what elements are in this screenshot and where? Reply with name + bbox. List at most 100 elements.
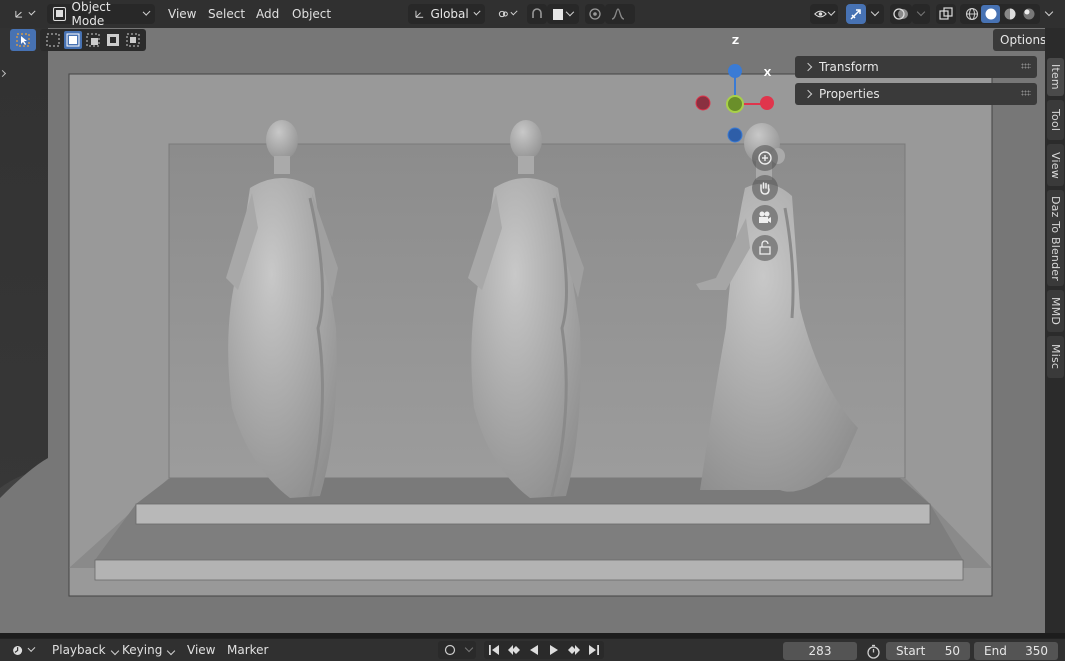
chevron-right-icon (803, 62, 813, 72)
menu-view[interactable]: View (168, 5, 196, 23)
gizmo-x-label: X (763, 68, 772, 79)
chevron-down-icon (566, 7, 575, 17)
menu-select[interactable]: Select (208, 5, 245, 23)
snap-toggle[interactable] (527, 4, 547, 24)
chevron-down-icon (870, 7, 880, 17)
options-dropdown[interactable]: Options (993, 29, 1045, 51)
chevron-down-icon (473, 8, 481, 16)
snap-target-dropdown[interactable] (547, 4, 579, 24)
unlock-icon (759, 240, 771, 255)
chevron-down-icon (27, 644, 36, 652)
play-button[interactable] (548, 644, 560, 656)
chevron-down-icon (827, 8, 836, 16)
start-frame-field[interactable]: Start 50 (886, 642, 970, 660)
zoom-button[interactable] (752, 145, 778, 171)
menu-timeline-view[interactable]: View (187, 641, 215, 659)
mode-dropdown[interactable]: Object Mode (47, 0, 155, 28)
drag-handle-icon[interactable] (1021, 90, 1031, 96)
selection-mode-group (40, 29, 146, 51)
solid-shading-button[interactable] (981, 5, 1000, 23)
camera-view-button[interactable] (752, 205, 778, 231)
play-icon (549, 645, 558, 655)
playback-controls (484, 641, 604, 659)
pivot-point-button[interactable] (492, 4, 522, 24)
gizmo-z-label: Z (731, 36, 740, 47)
shading-dropdown[interactable] (1040, 4, 1058, 24)
toolbar-expand-arrow[interactable] (0, 69, 8, 79)
snap-icon (532, 8, 542, 18)
next-keyframe-button[interactable] (567, 644, 581, 656)
proportional-edit-icon (589, 8, 601, 20)
gizmo-icon (850, 9, 861, 20)
gizmo-toggle[interactable] (846, 4, 866, 24)
select-new-icon (46, 33, 60, 47)
auto-keying-toggle[interactable] (443, 643, 457, 657)
orientation-dropdown[interactable]: Global (408, 4, 485, 24)
current-frame-field[interactable]: 283 (783, 642, 857, 660)
lock-camera-button[interactable] (752, 235, 778, 261)
xray-toggle[interactable] (936, 4, 956, 24)
editor-type-button[interactable] (8, 4, 40, 24)
tab-view[interactable]: View (1047, 144, 1064, 186)
jump-end-icon (589, 645, 600, 655)
menu-add[interactable]: Add (256, 5, 279, 23)
overlays-dropdown[interactable] (912, 4, 930, 24)
drag-handle-icon[interactable] (1021, 63, 1031, 69)
tab-daz-to-blender[interactable]: Daz To Blender (1047, 190, 1064, 286)
select-intersect-button[interactable] (124, 31, 142, 49)
stopwatch-icon (866, 644, 880, 659)
tab-mmd[interactable]: MMD (1047, 290, 1064, 332)
chevron-down-icon (464, 643, 473, 653)
select-invert-button[interactable] (104, 31, 122, 49)
3d-viewport[interactable]: Z X Options Transform Properties (0, 28, 1045, 633)
proportional-edit-toggle[interactable] (585, 4, 605, 24)
select-subtract-button[interactable] (84, 31, 102, 49)
transform-panel-header[interactable]: Transform (795, 56, 1037, 78)
end-frame-field[interactable]: End 350 (974, 642, 1058, 660)
timeline-editor-type-button[interactable] (6, 640, 40, 660)
menu-marker[interactable]: Marker (227, 641, 268, 659)
chevron-right-icon (803, 89, 813, 99)
prev-keyframe-icon (507, 645, 520, 655)
properties-panel-label: Properties (819, 87, 880, 101)
material-sphere-icon (1004, 8, 1015, 20)
falloff-dropdown[interactable] (605, 4, 635, 24)
solid-sphere-icon (985, 8, 996, 20)
preview-range-toggle[interactable] (864, 642, 882, 660)
xray-icon (939, 7, 953, 20)
select-tool-button[interactable] (10, 29, 36, 51)
jump-start-button[interactable] (488, 644, 500, 656)
jump-end-button[interactable] (588, 644, 600, 656)
chevron-down-icon (28, 8, 36, 16)
tab-tool[interactable]: Tool (1047, 100, 1064, 140)
clock-editor-icon (13, 645, 23, 655)
material-shading-button[interactable] (1000, 5, 1019, 23)
rendered-shading-button[interactable] (1019, 5, 1038, 23)
camera-icon (759, 211, 771, 223)
overlays-toggle[interactable] (890, 4, 912, 24)
start-label: Start (896, 644, 926, 658)
menu-playback[interactable]: Playback (52, 641, 119, 659)
select-new-button[interactable] (44, 31, 62, 49)
rendered-sphere-icon (1023, 8, 1034, 20)
chevron-down-icon (142, 7, 151, 17)
menu-object[interactable]: Object (292, 5, 331, 23)
start-value: 50 (944, 644, 960, 658)
prev-keyframe-button[interactable] (507, 644, 521, 656)
select-extend-icon (66, 33, 80, 47)
tab-misc[interactable]: Misc (1047, 336, 1064, 378)
next-keyframe-icon (567, 645, 580, 655)
blender-window: Object Mode View Select Add Object Globa… (0, 0, 1065, 661)
wireframe-shading-button[interactable] (962, 5, 981, 23)
properties-panel-header[interactable]: Properties (795, 83, 1037, 105)
play-reverse-button[interactable] (528, 644, 540, 656)
menu-keying[interactable]: Keying (122, 641, 176, 659)
eye-icon (814, 10, 827, 18)
select-extend-button[interactable] (64, 31, 82, 49)
record-icon (444, 644, 455, 656)
gizmo-dropdown[interactable] (866, 4, 884, 24)
overlays-icon (893, 8, 908, 20)
visibility-dropdown[interactable] (810, 4, 838, 24)
pan-button[interactable] (752, 175, 778, 201)
tab-item[interactable]: Item (1047, 58, 1064, 96)
